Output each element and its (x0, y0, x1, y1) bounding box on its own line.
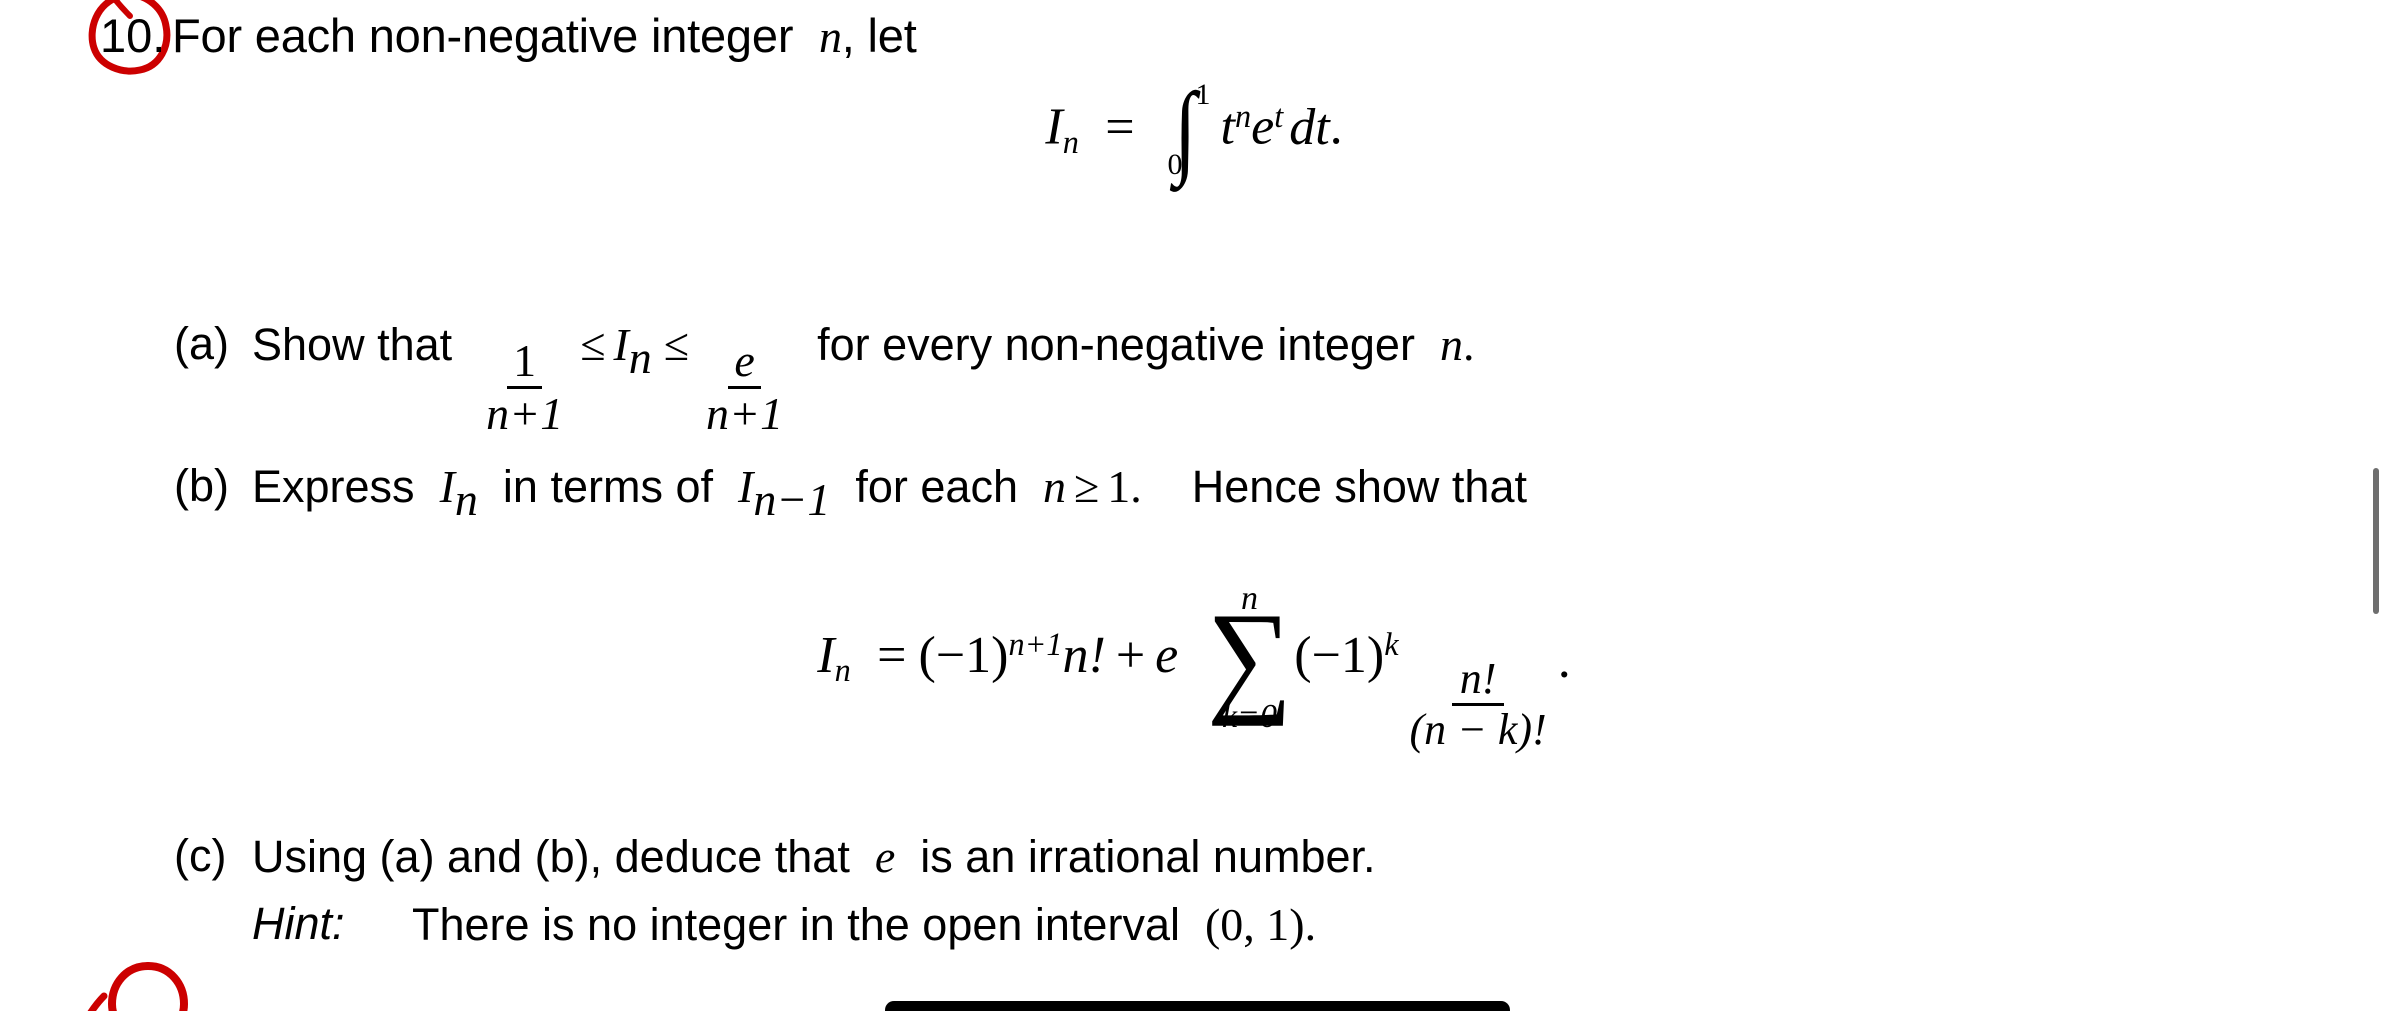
eq2-period: . (1557, 632, 1571, 690)
part-b-text-4: Hence show that (1191, 461, 1527, 512)
eq2-term1-close-paren: ) (991, 626, 1009, 684)
question-number: 10. (100, 9, 166, 62)
part-body-a: Show that 1 n+1 ≤ In ≤ e n+1 for every non-neg… (252, 318, 1474, 438)
frac-a1-denominator: n+1 (486, 388, 564, 440)
part-label-b: (b) (174, 460, 229, 511)
part-c-text-2: is an irrational number. (920, 831, 1376, 882)
part-body-c: Using (a) and (b), deduce that e is an i… (252, 830, 1376, 883)
integral-sign: ∫ (1174, 71, 1197, 187)
question-stem: For each non-negative integer n, let (172, 8, 917, 63)
part-b-symbol-In-1-subscript: n−1 (753, 473, 831, 525)
part-label-c: (c) (174, 830, 227, 881)
eq2-plus: + (1115, 626, 1146, 684)
document-page: 10. For each non-negative integer n, let… (0, 0, 2388, 1011)
fraction-one-over-n-plus-1: 1 n+1 (480, 337, 569, 440)
eq1-equals: = (1105, 98, 1135, 156)
summation-group: n ∑ k=0 (1207, 582, 1293, 734)
exponential-base-e: e (1251, 98, 1275, 156)
part-a-symbol-I-subscript: n (628, 331, 652, 383)
part-body-b: Express In in terms of In−1 for each n ≥1… (252, 460, 1527, 526)
eq2-term2-value: −1 (1311, 626, 1367, 684)
fraction-n-factorial-over-n-minus-k-factorial: n! (n − k)! (1402, 656, 1555, 754)
eq2-lhs-symbol: I (817, 626, 835, 684)
eq2-term1-open-paren: ( (918, 626, 936, 684)
stem-variable-n: n (818, 11, 842, 62)
hint-text: There is no integer in the open interval (412, 899, 1180, 950)
display-equation-summation: In = (−1)n+1n! + e n ∑ k=0 (−1)k n! (n − k)!. (0, 582, 2388, 753)
vertical-scrollbar-track[interactable] (2370, 0, 2388, 1011)
eq2-lhs-subscript: n (834, 651, 851, 688)
part-b-text-2: in terms of (502, 461, 713, 512)
eq2-term2-exponent: k (1384, 626, 1399, 663)
part-b-symbol-In-subscript: n (454, 473, 478, 525)
eq2-term2-open-paren: ( (1294, 626, 1312, 684)
fraction-e-over-n-plus-1: e n+1 (700, 337, 789, 440)
part-a-text-1: Show that (252, 319, 453, 370)
part-b-text-3: for each (855, 461, 1018, 512)
eq1-lhs-subscript: n (1062, 123, 1079, 160)
part-b-bound: 1. (1107, 461, 1142, 512)
frac-a2-denominator: n+1 (706, 388, 784, 440)
integrand-t: t (1220, 98, 1235, 156)
summation-sign: ∑ (1206, 586, 1293, 727)
hint-body: There is no integer in the open interval… (412, 898, 1316, 951)
part-c-text-1: Using (a) and (b), deduce that (252, 831, 850, 882)
part-b-symbol-In-1: I (738, 461, 754, 512)
relation-leq-1: ≤ (580, 319, 606, 370)
eq1-lhs-symbol: I (1045, 98, 1063, 156)
hint-period: . (1304, 899, 1317, 950)
integral-group: ∫ 1 0 (1168, 71, 1219, 187)
part-c-symbol-e: e (874, 831, 896, 882)
part-a-period: . (1462, 319, 1475, 370)
exponential-exponent-t: t (1274, 97, 1284, 134)
integral-upper-limit: 1 (1195, 78, 1211, 111)
part-a-symbol-I: I (613, 319, 629, 370)
relation-geq: ≥ (1074, 461, 1100, 512)
vertical-scrollbar-thumb[interactable] (2373, 468, 2379, 614)
eq1-period: . (1329, 98, 1343, 156)
relation-leq-2: ≤ (663, 319, 690, 370)
integrand-exponent-n: n (1235, 97, 1252, 134)
part-b-symbol-n: n (1043, 461, 1067, 512)
eq2-term1-value: −1 (935, 626, 992, 684)
eq2-term1-factorial: n! (1062, 626, 1106, 684)
part-a-text-2: for every non-negative integer (817, 319, 1415, 370)
differential-dt: dt (1289, 98, 1330, 156)
home-indicator-bar[interactable] (885, 1001, 1510, 1011)
eq2-equals: = (877, 626, 907, 684)
part-label-a: (a) (174, 318, 229, 369)
stem-text-after: , let (841, 9, 917, 62)
frac-a2-numerator: e (728, 337, 761, 390)
hint-interval: (0, 1) (1204, 899, 1305, 950)
part-a-trailing-variable: n (1439, 319, 1463, 370)
eq2-term1-exponent: n+1 (1008, 626, 1063, 663)
frac-a1-numerator: 1 (507, 337, 543, 390)
stem-text-before: For each non-negative integer (172, 9, 794, 62)
red-circle-annotation-partial-bottom (87, 962, 189, 1011)
eq2-term2-close-paren: ) (1366, 626, 1385, 684)
part-b-text-1: Express (252, 461, 415, 512)
hint-label: Hint: (252, 898, 345, 949)
frac-b-numerator: n! (1451, 656, 1505, 706)
eq2-coefficient-e: e (1155, 626, 1179, 684)
frac-b-denominator: (n − k)! (1409, 704, 1547, 754)
part-b-symbol-In: I (439, 461, 455, 512)
display-equation-integral: In = ∫ 1 0 tnet dt. (0, 71, 2388, 187)
